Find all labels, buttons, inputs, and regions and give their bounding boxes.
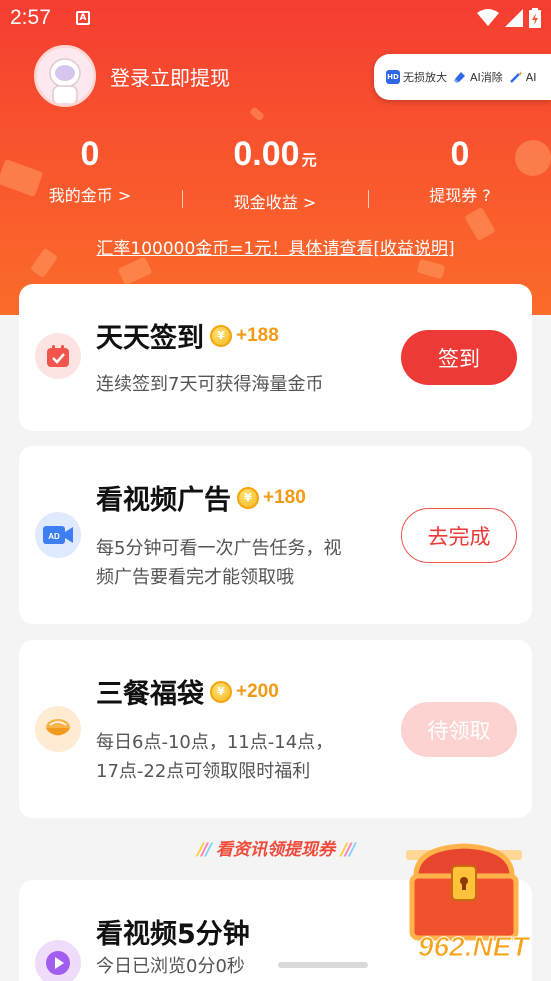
task-desc-line: 17点-22点可领取限时福利	[96, 761, 311, 782]
task-title-text: 看视频5分钟	[96, 919, 250, 950]
task-title: 三餐福袋 +200	[96, 672, 279, 711]
task-title: 看视频5分钟	[96, 912, 250, 951]
task-desc: 每5分钟可看一次广告任务，视 频广告要看完才能领取哦	[96, 534, 341, 592]
task-title: 看视频广告 +180	[96, 478, 306, 517]
status-icons	[477, 8, 541, 28]
tool-zoom[interactable]: HD 无损放大	[386, 69, 447, 85]
wifi-icon	[477, 9, 499, 26]
exchange-rate-text: 汇率100000金币=1元！具体请查看[收益说明]	[96, 239, 455, 259]
task-reward: +180	[263, 486, 306, 508]
task-title: 天天签到 +188	[96, 316, 279, 355]
watermark-sub: 乐游网	[486, 962, 531, 980]
checkin-button[interactable]: 签到	[401, 330, 517, 385]
tool-magic-label: AI	[525, 70, 537, 84]
task-card-checkin: 天天签到 +188 连续签到7天可获得海量金币 签到	[19, 284, 532, 431]
cash-stat[interactable]: 0.00 元 现金收益 >	[200, 132, 350, 213]
play-video-icon	[35, 940, 81, 981]
exchange-rate-link[interactable]: 汇率100000金币=1元！具体请查看[收益说明]	[0, 234, 551, 259]
voucher-value: 0	[450, 135, 470, 173]
task-card-meal-bag: 三餐福袋 +200 每日6点-10点，11点-14点， 17点-22点可领取限时…	[19, 640, 532, 818]
svg-text:AD: AD	[48, 532, 60, 541]
tool-zoom-label: 无损放大	[403, 71, 447, 84]
stat-divider	[368, 190, 369, 208]
task-desc-line: 今日已浏览0分0秒	[96, 956, 245, 977]
tool-magic[interactable]: AI	[509, 70, 537, 84]
coin-icon	[237, 486, 259, 509]
floating-tools: HD 无损放大 AI消除 AI	[374, 54, 551, 100]
task-desc: 每日6点-10点，11点-14点， 17点-22点可领取限时福利	[96, 728, 333, 786]
tool-eraser[interactable]: AI消除	[453, 69, 503, 85]
coin-icon	[210, 324, 232, 347]
avatar[interactable]	[34, 45, 96, 107]
astronaut-icon	[37, 48, 93, 104]
stats-row: 0 我的金币 > 0.00 元 现金收益 > 0 提现券 ?	[0, 132, 551, 217]
coins-stat[interactable]: 0 我的金币 >	[30, 132, 150, 206]
battery-icon	[529, 8, 541, 28]
magic-wand-icon	[509, 71, 523, 83]
ai-eraser-icon	[454, 72, 465, 83]
calendar-check-icon	[35, 333, 81, 379]
voucher-stat[interactable]: 0 提现券 ?	[400, 132, 520, 206]
voucher-label: 提现券 ?	[429, 186, 491, 205]
watermark-text: 962.NET	[418, 931, 531, 962]
cash-label: 现金收益 >	[233, 193, 317, 212]
complete-button[interactable]: 去完成	[401, 508, 517, 563]
decor-slashes: ///	[341, 840, 356, 860]
login-link[interactable]: 登录立即提现	[110, 62, 230, 91]
coins-label: 我的金币 >	[48, 186, 132, 205]
decor-slashes: ///	[197, 840, 212, 860]
coin-icon	[210, 680, 232, 703]
watermark-logo: 962.NET 乐游网	[416, 930, 551, 981]
task-reward: +200	[236, 680, 279, 702]
task-title-text: 看视频广告	[96, 485, 231, 516]
coins-value: 0	[80, 135, 100, 173]
ad-video-icon: AD	[35, 512, 81, 558]
stat-divider	[182, 190, 183, 208]
tool-eraser-label: AI消除	[470, 71, 503, 84]
cash-value: 0.00	[233, 135, 300, 173]
task-title-text: 天天签到	[96, 323, 204, 354]
task-card-video-ad: AD 看视频广告 +180 每5分钟可看一次广告任务，视 频广告要看完才能领取哦…	[19, 446, 532, 624]
task-desc-line: 连续签到7天可获得海量金币	[96, 374, 324, 395]
status-time: 2:57	[10, 6, 51, 29]
task-desc-line: 频广告要看完才能领取哦	[96, 567, 294, 588]
task-desc-line: 每5分钟可看一次广告任务，视	[96, 538, 342, 559]
notification-icon: A	[76, 11, 90, 25]
task-reward: +188	[236, 324, 279, 346]
hd-zoom-icon: HD	[386, 70, 400, 84]
cash-unit: 元	[301, 152, 317, 169]
task-title-text: 三餐福袋	[96, 679, 204, 710]
section-title-text: 看资讯领提现券	[216, 840, 335, 860]
progress-track	[278, 962, 368, 968]
signal-icon	[505, 9, 523, 27]
rice-bowl-icon	[35, 706, 81, 752]
status-bar: 2:57 A	[0, 0, 551, 36]
task-desc-line: 每日6点-10点，11点-14点，	[96, 732, 334, 753]
pending-button[interactable]: 待领取	[401, 702, 517, 757]
task-desc: 今日已浏览0分0秒	[96, 952, 245, 981]
task-desc: 连续签到7天可获得海量金币	[96, 370, 323, 399]
